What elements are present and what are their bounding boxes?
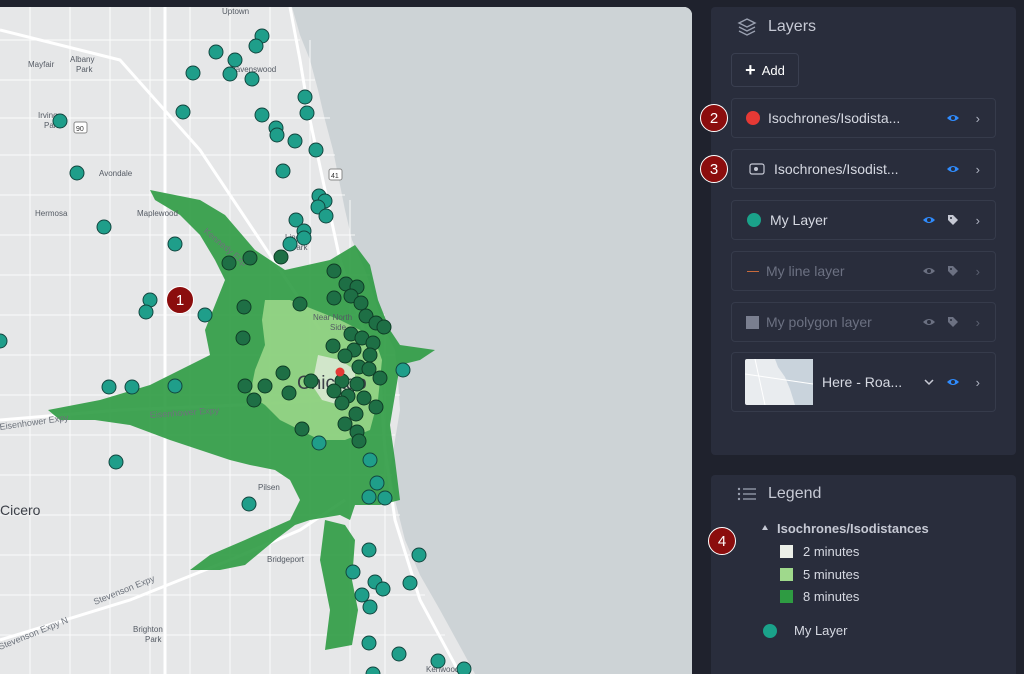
layer-row-basemap[interactable]: Here - Roa... › (731, 352, 996, 412)
collapse-triangle-icon[interactable] (762, 525, 768, 530)
map-view[interactable]: Uptown Albany Park Mayfair Ravenswood Ir… (0, 7, 692, 674)
place-label: Maplewood (137, 209, 178, 218)
visibility-eye-icon[interactable] (946, 377, 960, 387)
chevron-right-icon[interactable]: › (976, 375, 980, 390)
annotation-badge-2: 2 (700, 104, 728, 132)
visibility-eye-icon[interactable] (922, 317, 936, 327)
annotation-badge-4: 4 (708, 527, 736, 555)
legend-item-label: 5 minutes (803, 567, 860, 582)
layer-name: Isochrones/Isodista... (768, 110, 901, 126)
place-label: Side (330, 323, 347, 332)
point-icon (763, 623, 777, 638)
layer-row-isochrones-points[interactable]: Isochrones/Isodista... › (731, 98, 996, 138)
place-label: Park (76, 65, 93, 74)
map-canvas[interactable]: Uptown Albany Park Mayfair Ravenswood Ir… (0, 7, 692, 674)
layer-name: My line layer (766, 263, 845, 279)
place-label: Albany (70, 55, 94, 64)
shield-label: 90 (76, 126, 84, 133)
place-label: Pilsen (258, 483, 280, 492)
road-label: Eisenhower Expy (0, 412, 70, 432)
legend-header: Legend (737, 485, 821, 503)
place-label: Hermosa (35, 209, 68, 218)
layer-name: My Layer (770, 212, 828, 228)
layers-icon (737, 18, 757, 36)
place-label: Park (145, 635, 162, 644)
layer-name: My polygon layer (766, 314, 872, 330)
polygon-icon (746, 315, 759, 329)
annotation-badge-3: 3 (700, 155, 728, 183)
legend-layer-label: My Layer (794, 623, 848, 638)
layer-row-isochrones-routes[interactable]: Isochrones/Isodist... › (731, 149, 996, 189)
place-label: Mayfair (28, 60, 55, 69)
visibility-eye-icon[interactable] (946, 113, 960, 123)
chevron-down-icon[interactable] (924, 378, 934, 386)
chevron-right-icon[interactable]: › (976, 213, 980, 228)
legend-swatch (780, 568, 793, 581)
shield-label: 41 (331, 173, 339, 180)
place-label: Bridgeport (267, 555, 305, 564)
legend-layer-item: My Layer (763, 623, 847, 638)
place-label: Avondale (99, 169, 133, 178)
legend-swatch (780, 590, 793, 603)
legend-swatch (780, 545, 793, 558)
legend-item-label: 2 minutes (803, 544, 860, 559)
legend-group-title[interactable]: Isochrones/Isodistances (777, 521, 929, 536)
visibility-eye-icon[interactable] (922, 215, 936, 225)
legend-title: Legend (768, 485, 822, 502)
add-layer-label: Add (761, 62, 785, 78)
visibility-eye-icon[interactable] (922, 266, 936, 276)
layer-row-my-polygon-layer[interactable]: My polygon layer › (731, 302, 996, 342)
visibility-eye-icon[interactable] (946, 164, 960, 174)
annotation-badge-1: 1 (166, 286, 194, 314)
isochrone-origin-point[interactable] (335, 367, 345, 377)
place-label: Uptown (222, 7, 249, 16)
place-label: Brighton (133, 625, 163, 634)
list-icon (737, 487, 756, 501)
chevron-right-icon[interactable]: › (976, 111, 980, 126)
point-icon (747, 213, 761, 227)
layers-header: Layers (737, 17, 816, 37)
right-sidebar: Layers + Add Isochrones/Isodista... › Is… (692, 0, 1024, 674)
chevron-right-icon[interactable]: › (976, 315, 980, 330)
tag-icon[interactable] (947, 316, 959, 328)
legend-item: 2 minutes (780, 544, 859, 559)
route-icon (749, 163, 765, 175)
add-layer-button[interactable]: + Add (731, 53, 799, 87)
basemap-thumbnail (745, 359, 813, 405)
place-label: Cicero (0, 502, 41, 518)
chevron-right-icon[interactable]: › (976, 264, 980, 279)
legend-item: 8 minutes (780, 589, 859, 604)
layers-title: Layers (768, 18, 817, 35)
layer-row-my-layer[interactable]: My Layer › (731, 200, 996, 240)
layer-row-my-line-layer[interactable]: My line layer › (731, 251, 996, 291)
road-label: Stevenson Expy N (0, 615, 69, 652)
plus-icon: + (745, 60, 756, 80)
place-label: Near North (313, 313, 352, 322)
layer-name: Here - Roa... (822, 374, 903, 390)
layer-name: Isochrones/Isodist... (774, 161, 899, 177)
layers-panel: Layers + Add Isochrones/Isodista... › Is… (711, 7, 1016, 455)
tag-icon[interactable] (947, 214, 959, 226)
legend-panel: Legend Isochrones/Isodistances 2 minutes… (711, 475, 1016, 674)
legend-item-label: 8 minutes (803, 589, 860, 604)
chevron-right-icon[interactable]: › (976, 162, 980, 177)
tag-icon[interactable] (947, 265, 959, 277)
legend-item: 5 minutes (780, 567, 859, 582)
line-icon (747, 270, 759, 272)
point-icon (746, 111, 760, 125)
